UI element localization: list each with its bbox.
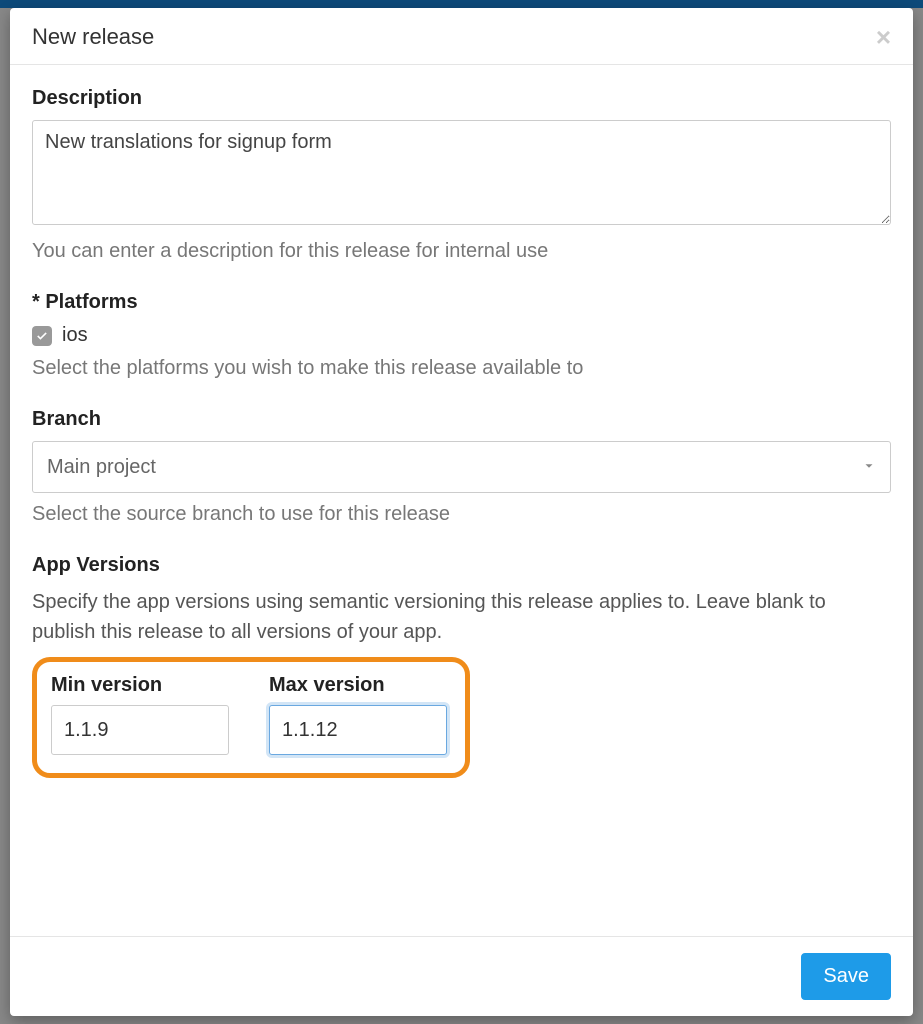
min-version-input[interactable] <box>51 705 229 755</box>
check-icon <box>35 329 49 343</box>
max-version-col: Max version <box>269 674 447 755</box>
app-versions-group: App Versions Specify the app versions us… <box>32 554 891 778</box>
max-version-input[interactable] <box>269 705 447 755</box>
description-group: Description You can enter a description … <box>32 87 891 263</box>
new-release-modal: New release × Description You can enter … <box>10 8 913 1016</box>
platform-option-ios[interactable]: ios <box>32 324 891 347</box>
app-versions-label: App Versions <box>32 554 891 577</box>
modal-header: New release × <box>10 8 913 65</box>
description-label: Description <box>32 87 891 110</box>
min-version-col: Min version <box>51 674 229 755</box>
branch-select[interactable]: Main project <box>32 441 891 493</box>
max-version-label: Max version <box>269 674 447 697</box>
platforms-label: * Platforms <box>32 291 891 314</box>
app-versions-highlight: Min version Max version <box>32 657 470 778</box>
platform-option-label: ios <box>62 324 88 347</box>
app-versions-description: Specify the app versions using semantic … <box>32 587 891 647</box>
modal-body: Description You can enter a description … <box>10 65 913 936</box>
branch-selected-value: Main project <box>47 456 156 479</box>
description-hint: You can enter a description for this rel… <box>32 240 891 263</box>
checkbox-ios[interactable] <box>32 326 52 346</box>
modal-footer: Save <box>10 936 913 1016</box>
background-top-bar <box>0 0 923 8</box>
close-button[interactable]: × <box>876 24 891 50</box>
modal-title: New release <box>32 24 154 50</box>
description-textarea[interactable] <box>32 120 891 225</box>
chevron-down-icon <box>862 456 876 479</box>
platforms-group: * Platforms ios Select the platforms you… <box>32 291 891 380</box>
min-version-label: Min version <box>51 674 229 697</box>
platforms-hint: Select the platforms you wish to make th… <box>32 357 891 380</box>
close-icon: × <box>876 22 891 52</box>
branch-label: Branch <box>32 408 891 431</box>
save-button[interactable]: Save <box>801 953 891 1000</box>
branch-hint: Select the source branch to use for this… <box>32 503 891 526</box>
branch-group: Branch Main project Select the source br… <box>32 408 891 526</box>
